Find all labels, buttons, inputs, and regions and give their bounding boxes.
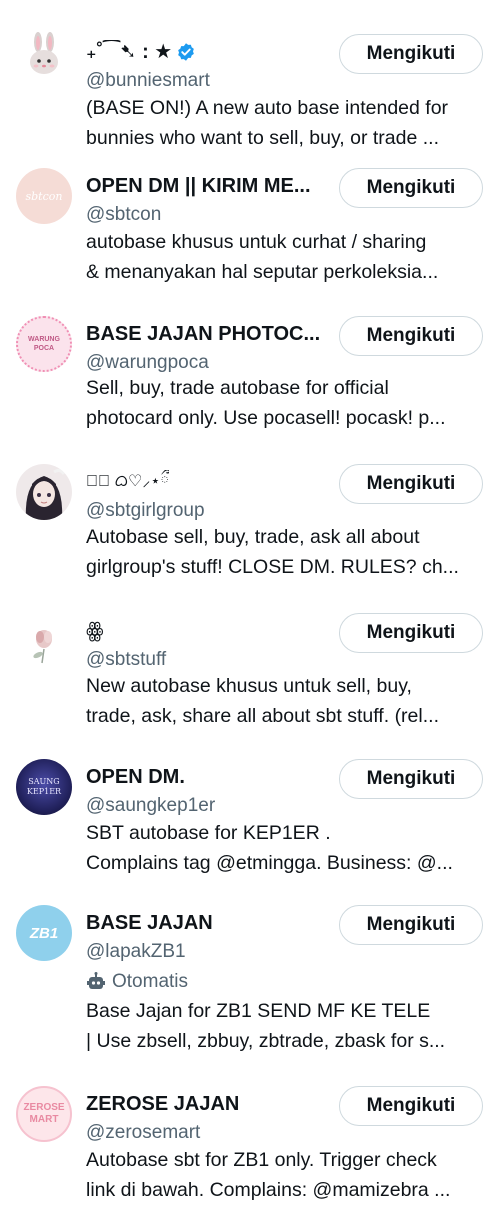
flower-avatar-icon [33, 630, 52, 664]
account-handle: @bunniesmart [86, 70, 210, 91]
account-bio: Base Jajan for ZB1 SEND MF KE TELE | Use… [86, 996, 482, 1056]
bio-line: New autobase khusus untuk sell, buy, [86, 675, 412, 697]
avatar[interactable]: ZEROSE MART [16, 1086, 72, 1142]
account-bio: Autobase sbt for ZB1 only. Trigger check… [86, 1145, 482, 1205]
display-name[interactable]: BASE JAJAN [86, 911, 326, 935]
robot-icon [87, 972, 105, 989]
avatar[interactable] [16, 464, 72, 520]
display-name[interactable]: OPEN DM. [86, 765, 326, 789]
bio-line: & menanyakan hal seputar perkoleksia... [86, 261, 439, 283]
account-handle: @zerosemart [86, 1122, 201, 1143]
display-name[interactable]: ꙮ [86, 619, 326, 643]
following-button[interactable]: Mengikuti [339, 759, 483, 799]
following-button[interactable]: Mengikuti [339, 905, 483, 945]
display-name-text: ₊˚⁀➷ : ★ [86, 41, 173, 63]
bio-line: trade, ask, share all about sbt stuff. (… [86, 705, 439, 727]
bio-line: girlgroup's stuff! CLOSE DM. RULES? ch..… [86, 556, 459, 578]
following-button[interactable]: Mengikuti [339, 34, 483, 74]
account-handle: @warungpoca [86, 352, 209, 373]
account-handle: @sbtgirlgroup [86, 500, 205, 521]
anime-girl-avatar-icon [25, 468, 66, 520]
account-handle: @sbtcon [86, 204, 162, 225]
display-name[interactable]: OPEN DM || KIRIM ME... [86, 174, 326, 198]
following-button[interactable]: Mengikuti [339, 168, 483, 208]
account-bio: SBT autobase for KEP1ER . Complains tag … [86, 818, 482, 878]
display-name[interactable]: ₊˚⁀➷ : ★ [86, 40, 326, 64]
bio-line: link di bawah. Complains: @mamizebra ... [86, 1179, 451, 1201]
bio-line: bunnies who want to sell, buy, or trade … [86, 127, 439, 149]
display-name-text: BASE JAJAN [86, 912, 213, 934]
account-handle: @lapakZB1 [86, 941, 186, 962]
bio-line: SBT autobase for KEP1ER . [86, 822, 331, 844]
following-button[interactable]: Mengikuti [339, 316, 483, 356]
avatar-text: SAUNG KEP1ER [26, 777, 62, 796]
display-name[interactable]: ZEROSE JAJAN [86, 1092, 326, 1116]
display-name[interactable]: BASE JAJAN PHOTOC... [86, 322, 326, 346]
display-name[interactable]: ⋆ི ᜊ♡⸝⋆ྀ [86, 470, 326, 494]
account-handle: @saungkep1er [86, 795, 216, 816]
avatar[interactable]: SAUNG KEP1ER [16, 759, 72, 815]
avatar[interactable] [16, 613, 72, 669]
account-handle: @sbtstuff [86, 649, 167, 670]
avatar[interactable] [16, 28, 72, 84]
display-name-text: ꙮ [86, 620, 104, 642]
bio-line: Sell, buy, trade autobase for official [86, 377, 389, 399]
automated-label[interactable]: Otomatis [86, 971, 188, 993]
following-button[interactable]: Mengikuti [339, 1086, 483, 1126]
avatar[interactable]: sbtcon [16, 168, 72, 224]
following-button[interactable]: Mengikuti [339, 613, 483, 653]
account-bio: Sell, buy, trade autobase for official p… [86, 373, 482, 433]
bio-line: (BASE ON!) A new auto base intended for [86, 97, 449, 119]
avatar-text: ZEROSE MART [23, 1102, 65, 1125]
display-name-text: OPEN DM || KIRIM ME... [86, 175, 311, 197]
bio-line: Complains tag @etmingga. Business: @... [86, 852, 453, 874]
display-name-text: OPEN DM. [86, 766, 185, 788]
display-name-text: ⋆ི ᜊ♡⸝⋆ྀ [86, 473, 170, 490]
account-bio: New autobase khusus untuk sell, buy, tra… [86, 671, 482, 731]
automated-label-text: Otomatis [112, 971, 189, 992]
display-name-text: ZEROSE JAJAN [86, 1093, 240, 1115]
account-bio: (BASE ON!) A new auto base intended for … [86, 93, 482, 153]
avatar-text: sbtcon [25, 189, 63, 203]
avatar-text: ZB1 [29, 924, 59, 942]
bunny-avatar-icon [30, 32, 58, 74]
account-bio: autobase khusus untuk curhat / sharing &… [86, 227, 482, 287]
avatar-text: WARUNG POCA [28, 336, 60, 352]
bio-line: photocard only. Use pocasell! pocask! p.… [86, 407, 446, 429]
avatar[interactable]: ZB1 [16, 905, 72, 961]
bio-line: autobase khusus untuk curhat / sharing [86, 231, 427, 253]
following-button[interactable]: Mengikuti [339, 464, 483, 504]
bio-line: Autobase sbt for ZB1 only. Trigger check [86, 1149, 437, 1171]
bio-line: Autobase sell, buy, trade, ask all about [86, 526, 420, 548]
bio-line: Base Jajan for ZB1 SEND MF KE TELE [86, 1000, 431, 1022]
display-name-text: BASE JAJAN PHOTOC... [86, 323, 321, 345]
avatar[interactable]: WARUNG POCA [16, 316, 72, 372]
verified-badge-icon [178, 43, 195, 61]
account-bio: Autobase sell, buy, trade, ask all about… [86, 522, 482, 582]
bio-line: | Use zbsell, zbbuy, zbtrade, zbask for … [86, 1030, 446, 1052]
